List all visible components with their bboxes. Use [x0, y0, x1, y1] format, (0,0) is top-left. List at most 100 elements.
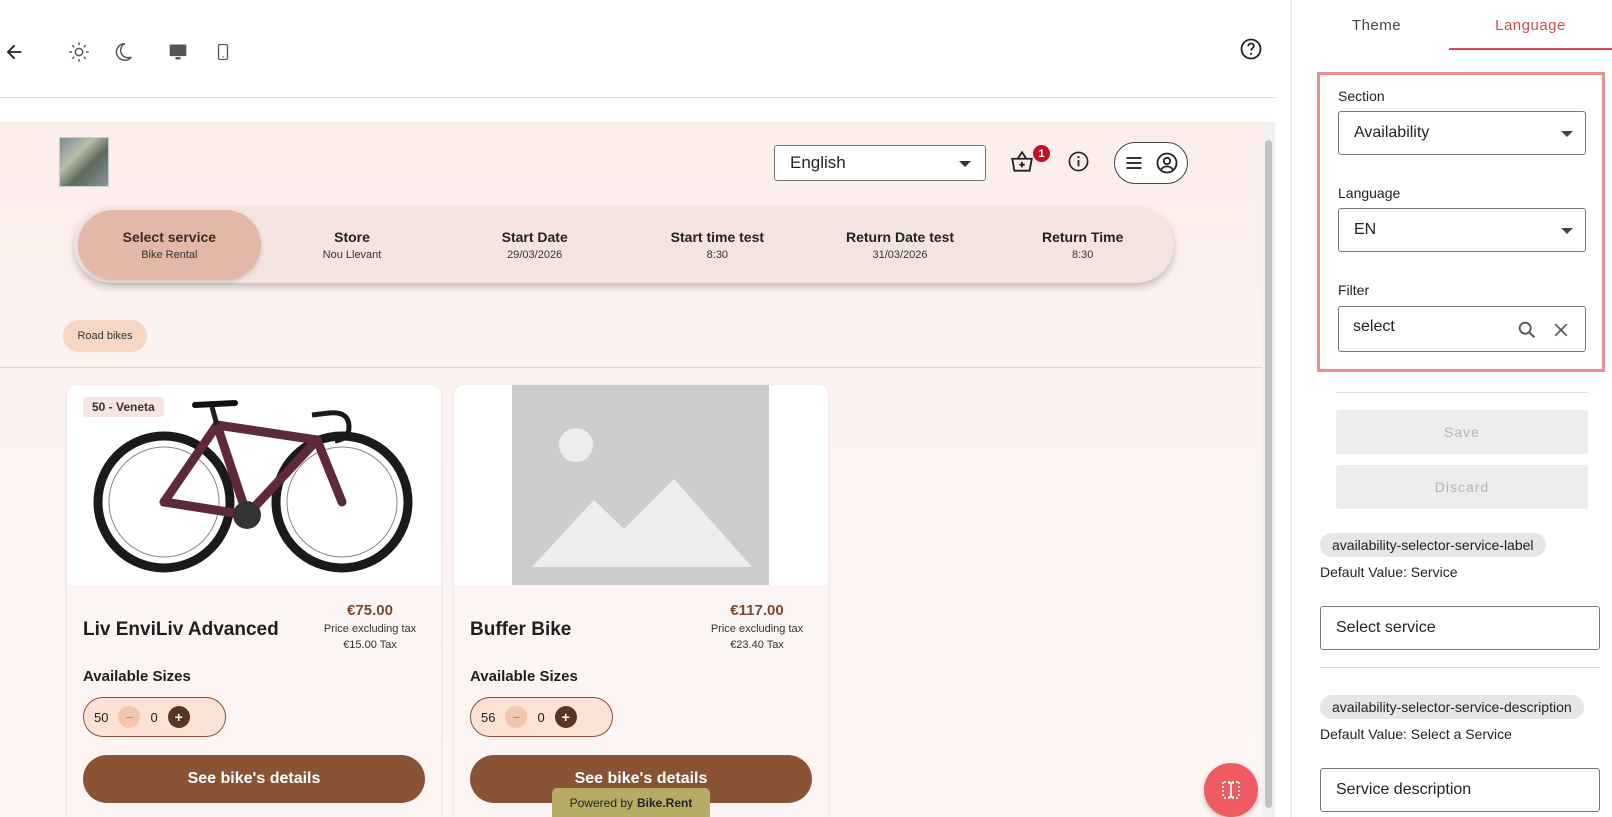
chevron-down-icon: [1561, 228, 1573, 234]
step-value: 8:30: [706, 249, 729, 261]
section-select[interactable]: Availability: [1338, 111, 1586, 155]
price-note: Price excluding tax: [323, 623, 417, 635]
bike-name: Liv EnviLiv Advanced: [83, 619, 279, 640]
help-icon[interactable]: [1237, 35, 1265, 63]
bike-card: 50 - Veneta Liv EnviLiv Advanced €75.00 …: [67, 385, 441, 817]
step-store[interactable]: Store Nou Llevant: [261, 210, 444, 280]
decrement-button[interactable]: −: [505, 706, 528, 728]
language-field-value: EN: [1354, 221, 1377, 238]
translation-key-chip: availability-selector-service-descriptio…: [1320, 695, 1584, 719]
save-button[interactable]: Save: [1336, 410, 1588, 454]
sun-icon[interactable]: [65, 38, 93, 66]
tab-language[interactable]: Language: [1449, 0, 1612, 50]
available-sizes-label: Available Sizes: [83, 668, 191, 685]
step-title: Return Date test: [845, 229, 955, 245]
price-note: Price excluding tax: [710, 623, 804, 635]
price-value: €75.00: [347, 602, 393, 619]
shop-preview: English 1 Select service Bike Rental Sto…: [0, 122, 1262, 817]
size-value: 56: [481, 709, 496, 725]
card-body: Buffer Bike €117.00 Price excluding tax …: [454, 585, 828, 817]
shop-logo[interactable]: [59, 137, 109, 187]
account-menu-button[interactable]: [1114, 142, 1188, 184]
step-select-service[interactable]: Select service Bike Rental: [78, 210, 261, 280]
filter-input[interactable]: [1353, 318, 1503, 336]
panel-separator: [1320, 667, 1600, 668]
chevron-down-icon: [1561, 131, 1573, 137]
step-start-time[interactable]: Start time test 8:30: [626, 210, 809, 280]
scrollbar-thumb[interactable]: [1265, 140, 1272, 808]
default-value-text: Default Value: Select a Service: [1320, 726, 1512, 742]
user-circle-icon: [1156, 152, 1178, 174]
decrement-button[interactable]: −: [118, 706, 141, 728]
panel-divider: [1290, 0, 1292, 817]
language-label: Language: [1338, 185, 1401, 201]
filter-group: Section Availability Language EN Filter: [1317, 72, 1605, 372]
size-value: 50: [94, 709, 109, 725]
clear-icon[interactable]: [1551, 320, 1571, 345]
quantity-stepper: 50 − 0 +: [83, 697, 226, 737]
chevron-down-icon: [959, 161, 971, 167]
app-root: English 1 Select service Bike Rental Sto…: [0, 0, 1612, 817]
step-value: Bike Rental: [141, 249, 198, 261]
hamburger-icon: [1126, 157, 1142, 169]
step-start-date[interactable]: Start Date 29/03/2026: [443, 210, 626, 280]
price-block: €117.00 Price excluding tax €23.40 Tax: [702, 602, 812, 651]
language-field-select[interactable]: EN: [1338, 208, 1586, 252]
increment-button[interactable]: +: [554, 706, 577, 728]
step-return-time[interactable]: Return Time 8:30: [991, 210, 1174, 280]
quantity-stepper: 56 − 0 +: [470, 697, 613, 737]
panel-separator: [1336, 392, 1588, 393]
default-value-text: Default Value: Service: [1320, 564, 1458, 580]
mobile-icon[interactable]: [209, 38, 237, 66]
quantity-value: 0: [150, 709, 158, 725]
step-title: Start time test: [670, 229, 765, 245]
language-select[interactable]: English: [774, 145, 986, 181]
step-title: Start Date: [501, 229, 568, 245]
step-title: Return Time: [1041, 229, 1124, 245]
section-divider: [0, 367, 1262, 368]
translation-value-input[interactable]: Service description: [1320, 768, 1600, 812]
filter-field: [1338, 306, 1586, 352]
size-badge: 50 - Veneta: [83, 397, 164, 417]
category-chip-road-bikes[interactable]: Road bikes: [63, 320, 147, 352]
editor-panel: Theme Language Section Availability Lang…: [1304, 0, 1612, 817]
editor-fab-button[interactable]: [1204, 763, 1258, 817]
bike-image[interactable]: 50 - Veneta: [67, 385, 441, 585]
step-value: 31/03/2026: [872, 249, 928, 261]
powered-by-text: Powered by: [569, 795, 633, 810]
cart-count-badge: 1: [1033, 145, 1050, 162]
translation-value-input[interactable]: Select service: [1320, 606, 1600, 650]
step-return-date[interactable]: Return Date test 31/03/2026: [809, 210, 992, 280]
discard-button[interactable]: Discard: [1336, 465, 1588, 509]
tab-theme[interactable]: Theme: [1304, 0, 1449, 50]
booking-steps: Select service Bike Rental Store Nou Lle…: [74, 207, 1174, 283]
step-title: Store: [334, 229, 370, 245]
card-body: Liv EnviLiv Advanced €75.00 Price exclud…: [67, 585, 441, 817]
section-select-value: Availability: [1354, 124, 1430, 141]
see-details-button[interactable]: See bike's details: [83, 755, 425, 803]
price-tax: €15.00 Tax: [343, 639, 397, 651]
step-value: Nou Llevant: [322, 249, 382, 261]
step-value: 8:30: [1071, 249, 1094, 261]
search-icon[interactable]: [1516, 319, 1538, 346]
section-label: Section: [1338, 88, 1385, 104]
step-title: Select service: [122, 229, 217, 245]
desktop-icon[interactable]: [164, 38, 192, 66]
powered-by-badge[interactable]: Powered by Bike.Rent: [552, 788, 710, 817]
basket-icon[interactable]: [1009, 149, 1035, 175]
language-select-value: English: [790, 153, 846, 172]
price-value: €117.00: [730, 602, 784, 619]
bike-image[interactable]: [454, 385, 828, 585]
moon-icon[interactable]: [109, 38, 137, 66]
increment-button[interactable]: +: [167, 706, 190, 728]
powered-by-brand: Bike.Rent: [637, 795, 693, 810]
bike-name: Buffer Bike: [470, 619, 572, 640]
back-arrow-icon[interactable]: [0, 38, 28, 66]
translation-key-chip: availability-selector-service-label: [1320, 533, 1546, 557]
info-icon[interactable]: [1067, 150, 1090, 173]
filter-label: Filter: [1338, 282, 1370, 298]
step-value: 29/03/2026: [507, 249, 563, 261]
text-cursor-icon: [1222, 781, 1240, 799]
active-tab-indicator: [1449, 48, 1612, 50]
preview-scrollbar[interactable]: [1262, 122, 1275, 817]
